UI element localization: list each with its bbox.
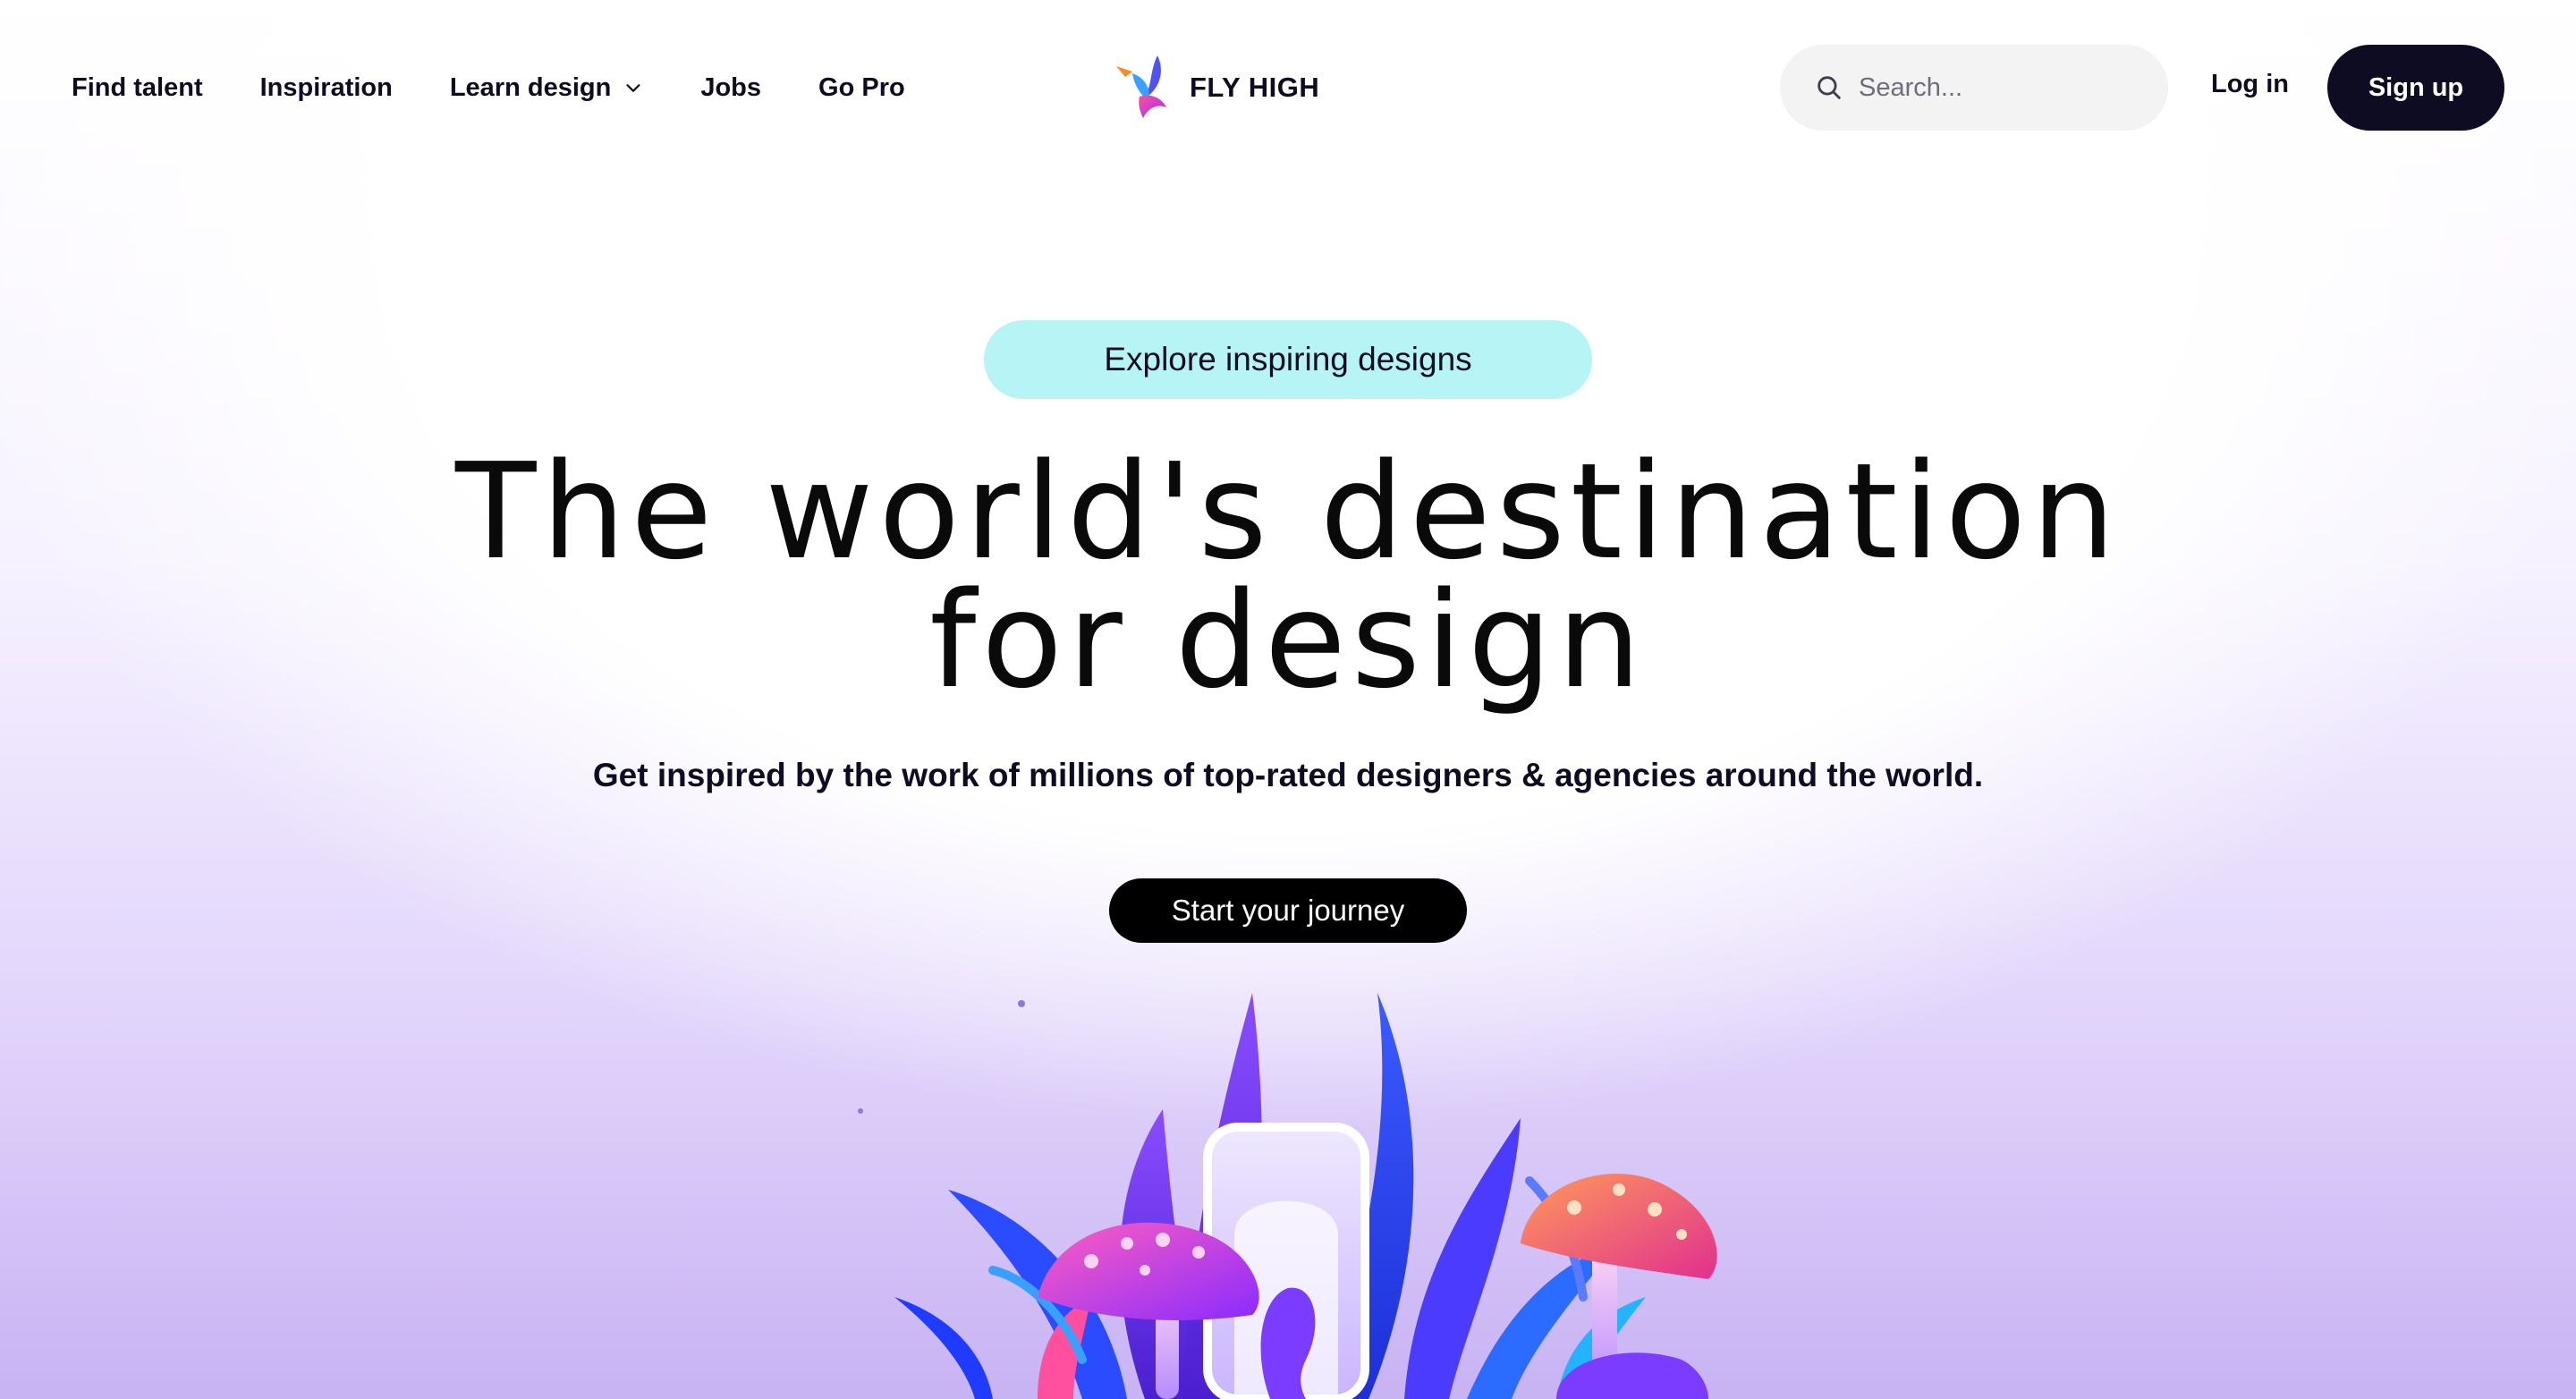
nav-find-talent[interactable]: Find talent <box>72 73 203 103</box>
brand-logo[interactable]: FLY HIGH <box>1113 52 1319 123</box>
nav-learn-design[interactable]: Learn design <box>450 73 644 103</box>
explore-pill[interactable]: Explore inspiring designs <box>984 320 1592 399</box>
search-box[interactable] <box>1780 45 2168 131</box>
main-nav: Find talent Inspiration Learn design Job… <box>72 64 905 111</box>
chevron-down-icon <box>626 84 640 92</box>
nav-go-pro[interactable]: Go Pro <box>818 73 905 103</box>
search-icon <box>1818 76 1841 99</box>
login-link[interactable]: Log in <box>2211 70 2289 99</box>
nav-jobs[interactable]: Jobs <box>700 73 761 103</box>
start-journey-button[interactable]: Start your journey <box>1109 878 1467 943</box>
nav-inspiration[interactable]: Inspiration <box>260 73 393 103</box>
signup-button[interactable]: Sign up <box>2327 45 2504 131</box>
search-input[interactable] <box>1859 72 2145 103</box>
site-header: Find talent Inspiration Learn design Job… <box>0 0 2576 175</box>
fantasy-mushroom-illustration <box>858 993 1717 1399</box>
hero-headline-line2: for design <box>929 564 1647 717</box>
brand-name: FLY HIGH <box>1190 72 1320 103</box>
nav-learn-design-label: Learn design <box>449 72 612 102</box>
hero-subtitle: Get inspired by the work of millions of … <box>592 757 1984 793</box>
bird-logo-icon <box>1116 55 1166 118</box>
hero-headline: The world's destination for design <box>215 445 2361 707</box>
